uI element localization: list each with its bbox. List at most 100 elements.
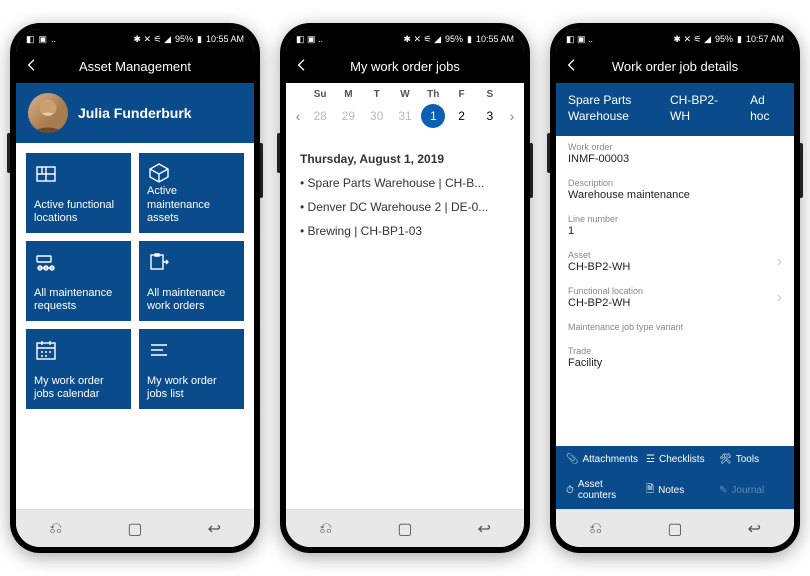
- battery-label: 95%: [175, 34, 193, 44]
- status-bar: ◧ ▣ .. ✱ ✕ ⚟ ◢ 95% ▮ 10:57 AM: [556, 29, 794, 49]
- cube-icon: [147, 161, 236, 185]
- page-title: My work order jobs: [314, 59, 516, 74]
- clock: 10:57 AM: [746, 34, 784, 44]
- toolbar-checklists[interactable]: ☲Checklists: [642, 452, 715, 467]
- battery-label: 95%: [715, 34, 733, 44]
- home-button[interactable]: ▢: [124, 522, 146, 536]
- tile-label: My work order jobs calendar: [34, 375, 123, 401]
- calendar-day[interactable]: 28: [306, 109, 334, 123]
- field-work-order: Work order INMF-00003: [556, 136, 794, 172]
- tile-all-maintenance-work-orders[interactable]: All maintenance work orders: [139, 241, 244, 321]
- agenda-item[interactable]: Denver DC Warehouse 2 | DE-0...: [300, 200, 510, 214]
- home-button[interactable]: ▢: [394, 522, 416, 536]
- day-label: M: [334, 89, 362, 100]
- prev-week-button[interactable]: ‹: [290, 108, 306, 124]
- recent-apps-button[interactable]: ⎌: [45, 522, 67, 536]
- profile-header: Julia Funderburk: [16, 83, 254, 143]
- header-summary: Spare Parts Warehouse CH-BP2-WH Ad hoc: [556, 83, 794, 136]
- counter-icon: ⏱: [566, 485, 574, 496]
- field-functional-location[interactable]: Functional location CH-BP2-WH: [556, 280, 794, 316]
- calendar-day[interactable]: 3: [476, 109, 504, 123]
- nav-back-button[interactable]: ↩: [473, 522, 495, 536]
- status-bar: ◧ ▣ .. ✱ ✕ ⚟ ◢ 95% ▮ 10:55 AM: [16, 29, 254, 49]
- field-trade: Trade Facility: [556, 340, 794, 376]
- field-asset[interactable]: Asset CH-BP2-WH: [556, 244, 794, 280]
- home-button[interactable]: ▢: [664, 522, 686, 536]
- android-navbar: ⎌ ▢ ↩: [16, 509, 254, 547]
- tools-icon: 🛠: [719, 454, 732, 465]
- tile-active-maintenance-assets[interactable]: Active maintenance assets: [139, 153, 244, 233]
- tile-active-functional-locations[interactable]: Active functional locations: [26, 153, 131, 233]
- location-grid-icon: [34, 161, 123, 187]
- clock: 10:55 AM: [206, 34, 244, 44]
- calendar-strip: Su M T W Th F S ‹ 28 29 30 31 1 2: [286, 83, 524, 142]
- summary-asset: CH-BP2-WH: [670, 93, 728, 124]
- day-label: Th: [419, 89, 447, 100]
- checklist-icon: ☲: [646, 454, 655, 465]
- notif-icon: ◧: [26, 34, 35, 45]
- app-bar: My work order jobs: [286, 49, 524, 83]
- back-button[interactable]: [24, 57, 44, 76]
- toolbar-asset-counters[interactable]: ⏱Asset counters: [562, 477, 642, 503]
- day-label: T: [363, 89, 391, 100]
- clipboard-arrow-icon: [147, 249, 236, 275]
- back-button[interactable]: [564, 57, 584, 76]
- pencil-icon: ✎: [719, 485, 727, 496]
- tile-label: Active maintenance assets: [147, 185, 236, 225]
- day-label: Su: [306, 89, 334, 100]
- agenda-item[interactable]: Brewing | CH-BP1-03: [300, 224, 510, 238]
- page-title: Asset Management: [44, 59, 246, 74]
- agenda: Thursday, August 1, 2019 Spare Parts War…: [286, 142, 524, 509]
- notes-icon: 🗎: [646, 482, 654, 499]
- day-label: F: [447, 89, 475, 100]
- toolbar-notes[interactable]: 🗎Notes: [642, 477, 715, 503]
- phone-asset-management: ◧ ▣ .. ✱ ✕ ⚟ ◢ 95% ▮ 10:55 AM Asset Mana…: [10, 23, 260, 553]
- calendar-day[interactable]: 31: [391, 109, 419, 123]
- phone-work-order-job-details: ◧ ▣ .. ✱ ✕ ⚟ ◢ 95% ▮ 10:57 AM Work order…: [550, 23, 800, 553]
- recent-apps-button[interactable]: ⎌: [315, 522, 337, 536]
- tile-label: All maintenance work orders: [147, 287, 236, 313]
- field-line-number: Line number 1: [556, 208, 794, 244]
- phone-work-order-jobs: ◧ ▣ .. ✱ ✕ ⚟ ◢ 95% ▮ 10:55 AM My work or…: [280, 23, 530, 553]
- field-description: Description Warehouse maintenance: [556, 172, 794, 208]
- nav-back-button[interactable]: ↩: [203, 522, 225, 536]
- tile-my-work-order-jobs-calendar[interactable]: My work order jobs calendar: [26, 329, 131, 409]
- clock: 10:55 AM: [476, 34, 514, 44]
- calendar-day[interactable]: 30: [363, 109, 391, 123]
- toolbar-attachments[interactable]: 📎Attachments: [562, 452, 642, 467]
- field-job-type-variant: Maintenance job type variant: [556, 316, 794, 340]
- notif-icon: ▣: [39, 34, 48, 45]
- list-icon: [147, 337, 236, 363]
- page-title: Work order job details: [584, 59, 786, 74]
- back-button[interactable]: [294, 57, 314, 76]
- tile-all-maintenance-requests[interactable]: All maintenance requests: [26, 241, 131, 321]
- summary-type: Ad hoc: [750, 93, 782, 124]
- details-list: Work order INMF-00003 Description Wareho…: [556, 136, 794, 446]
- day-label: W: [391, 89, 419, 100]
- day-label: S: [476, 89, 504, 100]
- recent-apps-button[interactable]: ⎌: [585, 522, 607, 536]
- next-week-button[interactable]: ›: [504, 108, 520, 124]
- calendar-icon: [34, 337, 123, 363]
- paperclip-icon: 📎: [566, 454, 578, 465]
- app-bar: Asset Management: [16, 49, 254, 83]
- tile-grid: Active functional locations Active maint…: [16, 143, 254, 509]
- agenda-date-heading: Thursday, August 1, 2019: [300, 152, 510, 166]
- summary-location: Spare Parts Warehouse: [568, 93, 648, 124]
- tile-my-work-order-jobs-list[interactable]: My work order jobs list: [139, 329, 244, 409]
- user-name: Julia Funderburk: [78, 105, 192, 121]
- android-navbar: ⎌ ▢ ↩: [286, 509, 524, 547]
- nav-back-button[interactable]: ↩: [743, 522, 765, 536]
- tile-label: My work order jobs list: [147, 375, 236, 401]
- agenda-item[interactable]: Spare Parts Warehouse | CH-B...: [300, 176, 510, 190]
- tile-label: All maintenance requests: [34, 287, 123, 313]
- conveyor-icon: [34, 249, 123, 275]
- toolbar-tools[interactable]: 🛠Tools: [715, 452, 788, 467]
- tile-label: Active functional locations: [34, 199, 123, 225]
- calendar-day[interactable]: 2: [447, 109, 475, 123]
- battery-label: 95%: [445, 34, 463, 44]
- calendar-day[interactable]: 29: [334, 109, 362, 123]
- toolbar-journal[interactable]: ✎Journal: [715, 477, 788, 503]
- bottom-toolbar: 📎Attachments ☲Checklists 🛠Tools ⏱Asset c…: [556, 446, 794, 509]
- calendar-day-selected[interactable]: 1: [419, 104, 447, 128]
